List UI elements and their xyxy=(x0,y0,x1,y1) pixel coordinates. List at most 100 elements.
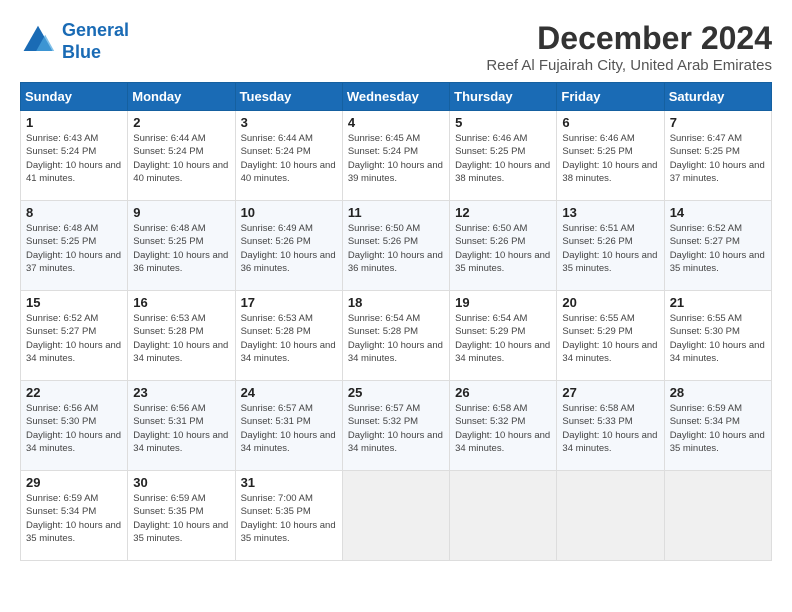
day-detail: Sunrise: 6:47 AMSunset: 5:25 PMDaylight:… xyxy=(670,132,766,185)
day-detail: Sunrise: 6:56 AMSunset: 5:30 PMDaylight:… xyxy=(26,402,122,455)
calendar-cell: 23 Sunrise: 6:56 AMSunset: 5:31 PMDayligh… xyxy=(128,381,235,471)
day-detail: Sunrise: 6:57 AMSunset: 5:32 PMDaylight:… xyxy=(348,402,444,455)
day-number: 18 xyxy=(348,295,444,310)
calendar-cell: 30 Sunrise: 6:59 AMSunset: 5:35 PMDayligh… xyxy=(128,471,235,561)
day-number: 17 xyxy=(241,295,337,310)
calendar-cell: 22Sunrise: 6:56 AMSunset: 5:30 PMDayligh… xyxy=(21,381,128,471)
calendar-cell: 15 Sunrise: 6:52 AMSunset: 5:27 PMDayligh… xyxy=(21,291,128,381)
calendar-cell: 4 Sunrise: 6:45 AMSunset: 5:24 PMDaylight… xyxy=(342,111,449,201)
logo-line2: Blue xyxy=(62,42,101,62)
day-number: 12 xyxy=(455,205,551,220)
day-detail: Sunrise: 6:59 AMSunset: 5:34 PMDaylight:… xyxy=(26,492,122,545)
calendar-cell: 11 Sunrise: 6:50 AMSunset: 5:26 PMDayligh… xyxy=(342,201,449,291)
calendar-cell: 18 Sunrise: 6:54 AMSunset: 5:28 PMDayligh… xyxy=(342,291,449,381)
day-number: 23 xyxy=(133,385,229,400)
day-detail: Sunrise: 6:52 AMSunset: 5:27 PMDaylight:… xyxy=(670,222,766,275)
day-number: 26 xyxy=(455,385,551,400)
day-number: 16 xyxy=(133,295,229,310)
day-detail: Sunrise: 6:55 AMSunset: 5:30 PMDaylight:… xyxy=(670,312,766,365)
calendar-cell: 5Sunrise: 6:46 AMSunset: 5:25 PMDaylight… xyxy=(450,111,557,201)
day-number: 9 xyxy=(133,205,229,220)
calendar-cell xyxy=(342,471,449,561)
calendar-header-row: SundayMondayTuesdayWednesdayThursdayFrid… xyxy=(21,83,772,111)
page-header: General Blue December 2024 Reef Al Fujai… xyxy=(20,20,772,74)
calendar-cell: 28 Sunrise: 6:59 AMSunset: 5:34 PMDayligh… xyxy=(664,381,771,471)
weekday-header-wednesday: Wednesday xyxy=(342,83,449,111)
calendar-cell: 9 Sunrise: 6:48 AMSunset: 5:25 PMDaylight… xyxy=(128,201,235,291)
calendar-cell: 14 Sunrise: 6:52 AMSunset: 5:27 PMDayligh… xyxy=(664,201,771,291)
day-number: 8 xyxy=(26,205,122,220)
day-number: 11 xyxy=(348,205,444,220)
calendar-cell: 8Sunrise: 6:48 AMSunset: 5:25 PMDaylight… xyxy=(21,201,128,291)
day-detail: Sunrise: 6:48 AMSunset: 5:25 PMDaylight:… xyxy=(133,222,229,275)
day-number: 10 xyxy=(241,205,337,220)
calendar-week-row: 8 Sunrise: 6:48 AMSunset: 5:25 PMDaylight… xyxy=(21,201,772,291)
calendar-cell: 13Sunrise: 6:51 AMSunset: 5:26 PMDayligh… xyxy=(557,201,664,291)
day-detail: Sunrise: 6:59 AMSunset: 5:34 PMDaylight:… xyxy=(670,402,766,455)
day-number: 30 xyxy=(133,475,229,490)
day-number: 21 xyxy=(670,295,766,310)
day-number: 14 xyxy=(670,205,766,220)
calendar-cell: 21 Sunrise: 6:55 AMSunset: 5:30 PMDayligh… xyxy=(664,291,771,381)
weekday-header-tuesday: Tuesday xyxy=(235,83,342,111)
day-detail: Sunrise: 6:50 AMSunset: 5:26 PMDaylight:… xyxy=(455,222,551,275)
day-number: 1 xyxy=(26,115,122,130)
day-detail: Sunrise: 6:43 AMSunset: 5:24 PMDaylight:… xyxy=(26,132,122,185)
calendar-table: SundayMondayTuesdayWednesdayThursdayFrid… xyxy=(20,82,772,561)
calendar-cell: 3 Sunrise: 6:44 AMSunset: 5:24 PMDaylight… xyxy=(235,111,342,201)
day-detail: Sunrise: 6:44 AMSunset: 5:24 PMDaylight:… xyxy=(133,132,229,185)
day-number: 20 xyxy=(562,295,658,310)
day-detail: Sunrise: 6:52 AMSunset: 5:27 PMDaylight:… xyxy=(26,312,122,365)
calendar-body: 1 Sunrise: 6:43 AMSunset: 5:24 PMDaylight… xyxy=(21,111,772,561)
calendar-cell: 1 Sunrise: 6:43 AMSunset: 5:24 PMDaylight… xyxy=(21,111,128,201)
day-detail: Sunrise: 6:49 AMSunset: 5:26 PMDaylight:… xyxy=(241,222,337,275)
day-detail: Sunrise: 6:46 AMSunset: 5:25 PMDaylight:… xyxy=(562,132,658,185)
day-detail: Sunrise: 6:55 AMSunset: 5:29 PMDaylight:… xyxy=(562,312,658,365)
day-detail: Sunrise: 7:00 AMSunset: 5:35 PMDaylight:… xyxy=(241,492,337,545)
calendar-cell: 24Sunrise: 6:57 AMSunset: 5:31 PMDayligh… xyxy=(235,381,342,471)
day-detail: Sunrise: 6:58 AMSunset: 5:33 PMDaylight:… xyxy=(562,402,658,455)
day-number: 13 xyxy=(562,205,658,220)
calendar-cell: 10 Sunrise: 6:49 AMSunset: 5:26 PMDayligh… xyxy=(235,201,342,291)
weekday-header-friday: Friday xyxy=(557,83,664,111)
calendar-cell: 2 Sunrise: 6:44 AMSunset: 5:24 PMDaylight… xyxy=(128,111,235,201)
calendar-cell: 17 Sunrise: 6:53 AMSunset: 5:28 PMDayligh… xyxy=(235,291,342,381)
calendar-cell: 26 Sunrise: 6:58 AMSunset: 5:32 PMDayligh… xyxy=(450,381,557,471)
weekday-header-saturday: Saturday xyxy=(664,83,771,111)
day-number: 28 xyxy=(670,385,766,400)
day-number: 4 xyxy=(348,115,444,130)
calendar-cell: 27 Sunrise: 6:58 AMSunset: 5:33 PMDayligh… xyxy=(557,381,664,471)
calendar-cell xyxy=(664,471,771,561)
weekday-header-sunday: Sunday xyxy=(21,83,128,111)
day-number: 3 xyxy=(241,115,337,130)
day-detail: Sunrise: 6:59 AMSunset: 5:35 PMDaylight:… xyxy=(133,492,229,545)
day-detail: Sunrise: 6:56 AMSunset: 5:31 PMDaylight:… xyxy=(133,402,229,455)
calendar-cell: 19Sunrise: 6:54 AMSunset: 5:29 PMDayligh… xyxy=(450,291,557,381)
day-number: 25 xyxy=(348,385,444,400)
day-number: 7 xyxy=(670,115,766,130)
day-detail: Sunrise: 6:58 AMSunset: 5:32 PMDaylight:… xyxy=(455,402,551,455)
logo-line1: General xyxy=(62,20,129,40)
day-number: 27 xyxy=(562,385,658,400)
day-number: 29 xyxy=(26,475,122,490)
logo-icon xyxy=(20,24,56,60)
calendar-cell: 12 Sunrise: 6:50 AMSunset: 5:26 PMDayligh… xyxy=(450,201,557,291)
calendar-cell: 16Sunrise: 6:53 AMSunset: 5:28 PMDayligh… xyxy=(128,291,235,381)
day-detail: Sunrise: 6:45 AMSunset: 5:24 PMDaylight:… xyxy=(348,132,444,185)
weekday-header-monday: Monday xyxy=(128,83,235,111)
day-number: 15 xyxy=(26,295,122,310)
logo-text: General Blue xyxy=(62,20,129,63)
page-title: December 2024 xyxy=(486,20,772,57)
calendar-week-row: 29 Sunrise: 6:59 AMSunset: 5:34 PMDayligh… xyxy=(21,471,772,561)
calendar-cell xyxy=(450,471,557,561)
day-number: 2 xyxy=(133,115,229,130)
weekday-header-thursday: Thursday xyxy=(450,83,557,111)
logo: General Blue xyxy=(20,20,129,63)
day-detail: Sunrise: 6:50 AMSunset: 5:26 PMDaylight:… xyxy=(348,222,444,275)
calendar-cell xyxy=(557,471,664,561)
day-detail: Sunrise: 6:53 AMSunset: 5:28 PMDaylight:… xyxy=(241,312,337,365)
day-detail: Sunrise: 6:44 AMSunset: 5:24 PMDaylight:… xyxy=(241,132,337,185)
page-subtitle: Reef Al Fujairah City, United Arab Emira… xyxy=(486,57,772,74)
day-number: 6 xyxy=(562,115,658,130)
day-detail: Sunrise: 6:54 AMSunset: 5:28 PMDaylight:… xyxy=(348,312,444,365)
